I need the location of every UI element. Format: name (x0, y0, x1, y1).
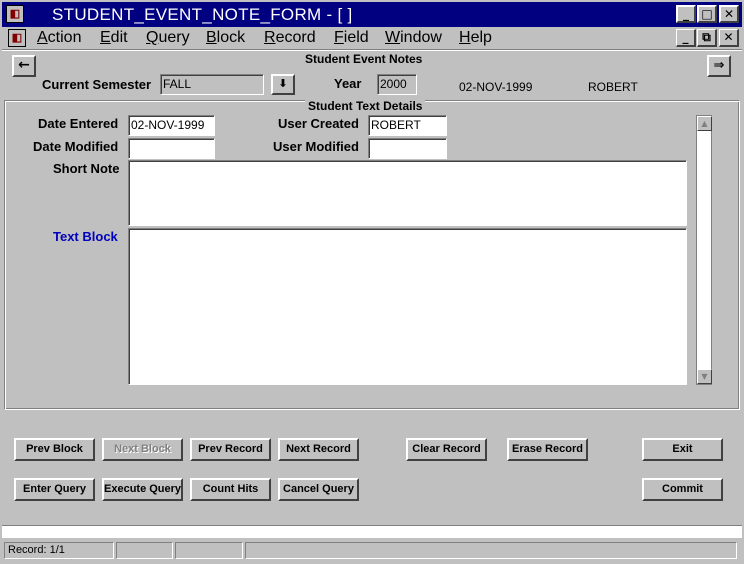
forward-arrow-icon[interactable]: ⇒ (707, 55, 731, 77)
enter-query-button[interactable]: Enter Query (14, 478, 95, 501)
form-icon[interactable]: ◧ (8, 29, 26, 47)
vertical-scrollbar[interactable]: ▲ ▼ (696, 115, 712, 385)
menu-block[interactable]: Block (206, 28, 245, 48)
menu-separator (2, 49, 742, 51)
menu-action[interactable]: Action (37, 28, 81, 48)
maximize-button[interactable]: □ (697, 5, 717, 23)
status-cell-4 (245, 542, 737, 559)
exit-button[interactable]: Exit (642, 438, 723, 461)
next-block-button[interactable]: Next Block (102, 438, 183, 461)
close-button[interactable]: ✕ (719, 5, 739, 23)
prev-record-button[interactable]: Prev Record (190, 438, 271, 461)
menu-edit[interactable]: Edit (100, 28, 128, 48)
menu-record[interactable]: Record (264, 28, 316, 48)
menu-bar: ◧ Action Edit Query Block Record Field W… (2, 27, 742, 49)
year-label: Year (334, 76, 362, 91)
title-bar: ◧ STUDENT_EVENT_NOTE_FORM - [ ] _ □ ✕ (2, 2, 742, 27)
minimize-button[interactable]: _ (676, 5, 696, 23)
semester-label: Current Semester (42, 77, 152, 92)
scroll-down-icon[interactable]: ▼ (697, 369, 712, 384)
text-block-field[interactable] (128, 228, 687, 385)
lov-download-icon[interactable]: ⬇ (271, 74, 295, 95)
user-created-field[interactable]: ROBERT (368, 115, 447, 136)
date-entered-label: Date Entered (38, 116, 119, 131)
semester-field[interactable]: FALL (160, 74, 264, 95)
date-entered-field[interactable]: 02-NOV-1999 (128, 115, 215, 136)
menu-field[interactable]: Field (334, 28, 369, 48)
menu-help[interactable]: Help (459, 28, 492, 48)
scroll-up-icon[interactable]: ▲ (697, 116, 712, 131)
record-status: Record: 1/1 (4, 542, 114, 559)
app-icon[interactable]: ◧ (6, 5, 24, 23)
menu-window[interactable]: Window (385, 28, 442, 48)
frame-title: Student Text Details (305, 99, 426, 113)
scroll-track[interactable] (697, 131, 711, 369)
count-hits-button[interactable]: Count Hits (190, 478, 271, 501)
execute-query-button[interactable]: Execute Query (102, 478, 183, 501)
text-block-label: Text Block (53, 229, 118, 244)
mdi-close-button[interactable]: ✕ (719, 29, 739, 47)
date-modified-label: Date Modified (33, 139, 119, 154)
current-date: 02-NOV-1999 (459, 80, 533, 94)
status-cell-3 (175, 542, 243, 559)
back-arrow-icon[interactable]: ← (12, 55, 36, 77)
form-title: Student Event Notes (305, 52, 423, 66)
menu-query[interactable]: Query (146, 28, 190, 48)
window-title: STUDENT_EVENT_NOTE_FORM - [ ] (52, 5, 353, 24)
user-modified-label: User Modified (273, 139, 359, 154)
mdi-restore-button[interactable]: ⧉ (697, 29, 717, 47)
commit-button[interactable]: Commit (642, 478, 723, 501)
clear-record-button[interactable]: Clear Record (406, 438, 487, 461)
short-note-field[interactable] (128, 160, 687, 226)
user-modified-field[interactable] (368, 138, 447, 159)
date-modified-field[interactable] (128, 138, 215, 159)
status-cell-2 (116, 542, 173, 559)
erase-record-button[interactable]: Erase Record (507, 438, 588, 461)
prev-block-button[interactable]: Prev Block (14, 438, 95, 461)
next-record-button[interactable]: Next Record (278, 438, 359, 461)
user-created-label: User Created (278, 116, 359, 131)
mdi-minimize-button[interactable]: _ (676, 29, 696, 47)
year-field[interactable]: 2000 (377, 74, 417, 95)
cancel-query-button[interactable]: Cancel Query (278, 478, 359, 501)
current-user: ROBERT (588, 80, 638, 94)
message-line (2, 525, 742, 538)
short-note-label: Short Note (53, 161, 120, 176)
